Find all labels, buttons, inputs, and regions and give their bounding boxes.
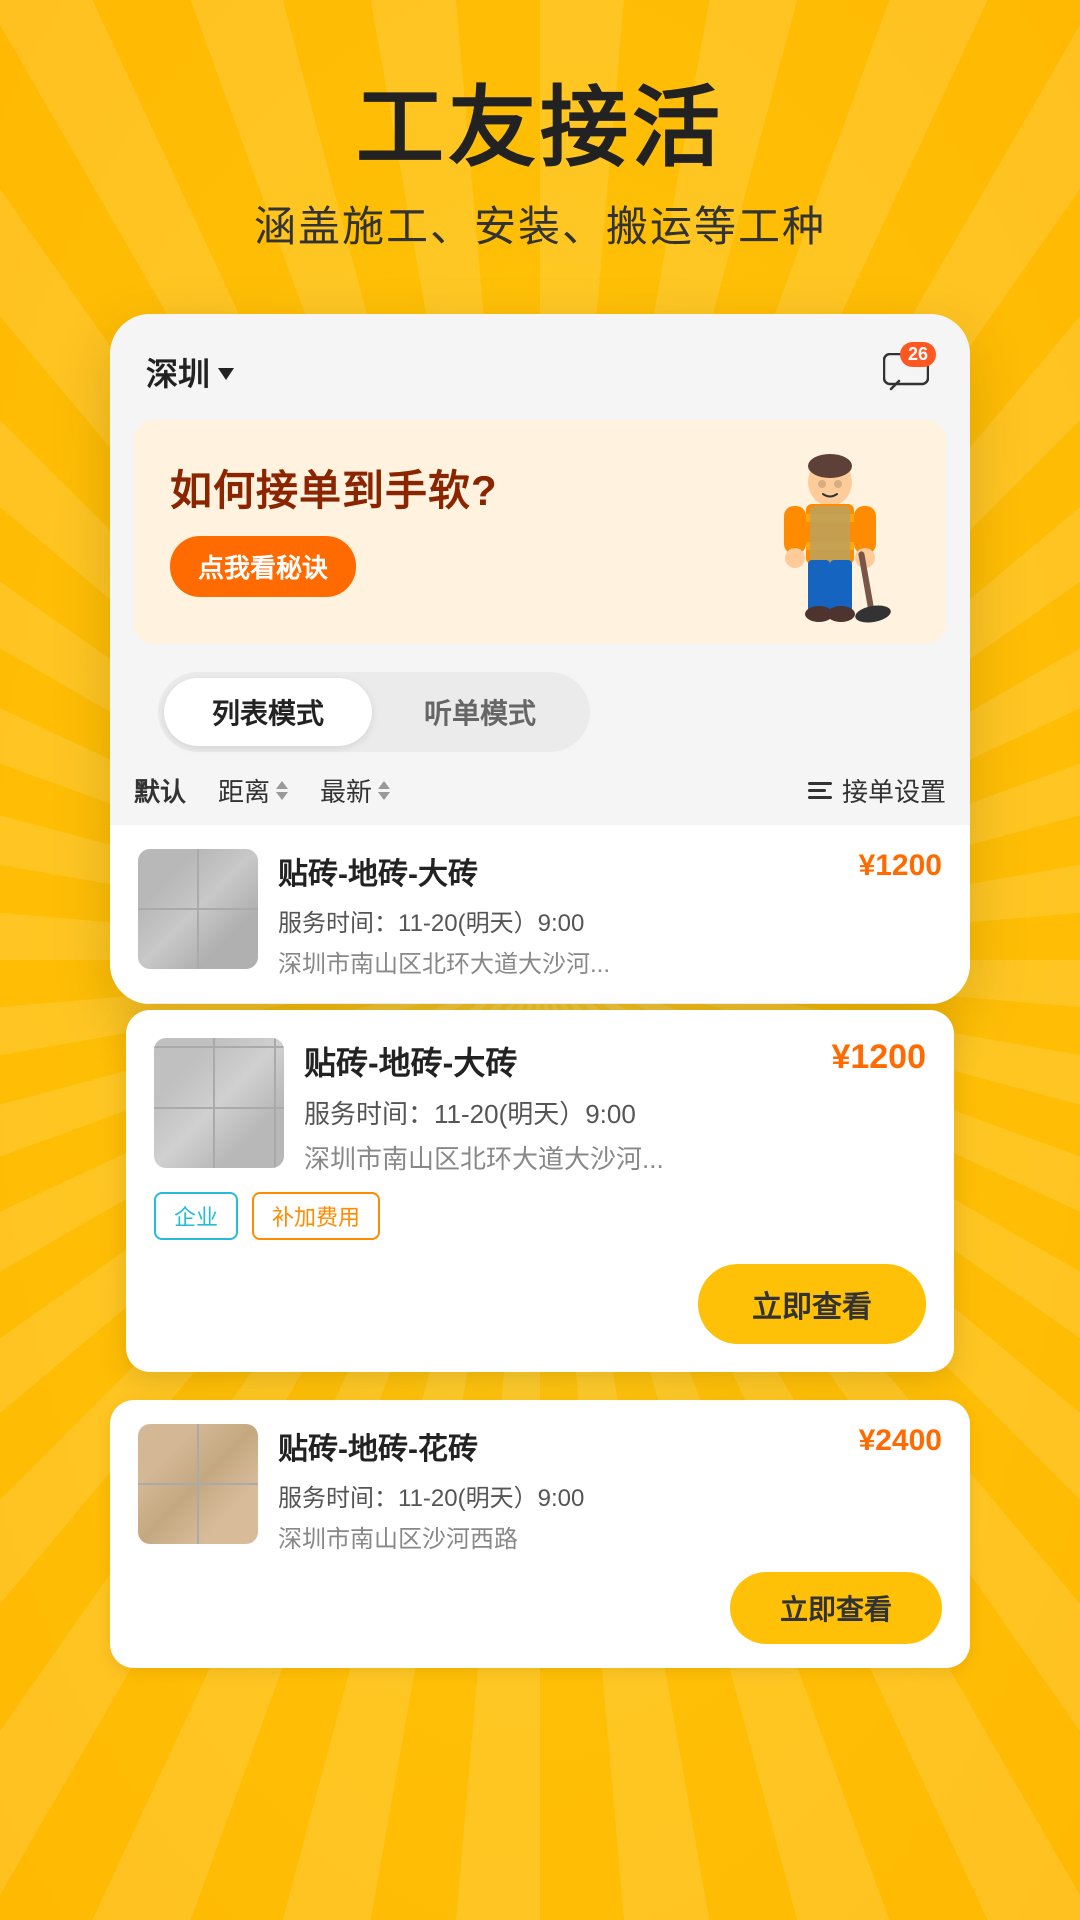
city-selector[interactable]: 深圳: [146, 349, 234, 395]
latest-sort-icon: [378, 781, 390, 800]
settings-icon: [808, 782, 832, 799]
expanded-info: 贴砖-地砖-大砖 ¥1200 服务时间：11-20(明天）9:00 深圳市南山区…: [304, 1038, 926, 1176]
city-dropdown-arrow: [218, 368, 234, 380]
hero-subtitle: 涵盖施工、安装、搬运等工种: [254, 193, 826, 254]
job-info-3: 贴砖-地砖-花砖 ¥2400 服务时间：11-20(明天）9:00 深圳市南山区…: [278, 1424, 942, 1554]
app-card: 深圳 26 如何接单到手软? 点我看秘诀: [110, 314, 970, 1004]
tab-listen-mode[interactable]: 听单模式: [376, 678, 584, 746]
job-thumbnail-1: [138, 849, 258, 969]
job-price-3: ¥2400: [859, 1424, 942, 1458]
expanded-location: 深圳市南山区北环大道大沙河...: [304, 1139, 926, 1176]
tag-company: 企业: [154, 1192, 238, 1240]
distance-sort-icon: [276, 781, 288, 800]
city-label: 深圳: [146, 349, 210, 395]
banner[interactable]: 如何接单到手软? 点我看秘诀: [134, 420, 946, 644]
banner-text: 如何接单到手软? 点我看秘诀: [170, 466, 750, 597]
view-button-expanded[interactable]: 立即查看: [698, 1264, 926, 1344]
tab-list-mode[interactable]: 列表模式: [164, 678, 372, 746]
job-card-1[interactable]: 贴砖-地砖-大砖 ¥1200 服务时间：11-20(明天）9:00 深圳市南山区…: [110, 825, 970, 1004]
filter-row: 默认 距离 最新 接: [110, 752, 970, 825]
filter-default[interactable]: 默认: [134, 772, 186, 809]
expanded-time: 服务时间：11-20(明天）9:00: [304, 1094, 926, 1131]
job-time-1: 服务时间：11-20(明天）9:00: [278, 903, 942, 938]
expanded-top: 贴砖-地砖-大砖 ¥1200 服务时间：11-20(明天）9:00 深圳市南山区…: [154, 1038, 926, 1176]
job-title-1: 贴砖-地砖-大砖: [278, 849, 478, 893]
job-time-3: 服务时间：11-20(明天）9:00: [278, 1478, 942, 1513]
banner-figure: [750, 452, 910, 612]
job-card-expanded[interactable]: 贴砖-地砖-大砖 ¥1200 服务时间：11-20(明天）9:00 深圳市南山区…: [126, 1010, 954, 1372]
filter-latest[interactable]: 最新: [320, 772, 390, 809]
mode-tabs: 列表模式 听单模式: [158, 672, 590, 752]
job-title-3: 贴砖-地砖-花砖: [278, 1424, 478, 1468]
tag-extra: 补加费用: [252, 1192, 380, 1240]
expanded-title: 贴砖-地砖-大砖: [304, 1038, 517, 1084]
job-thumbnail-3: [138, 1424, 258, 1544]
filter-settings[interactable]: 接单设置: [808, 772, 946, 809]
job-location-3: 深圳市南山区沙河西路: [278, 1519, 942, 1554]
message-button[interactable]: 26: [878, 344, 934, 400]
expanded-price: ¥1200: [831, 1038, 926, 1077]
job-info-1: 贴砖-地砖-大砖 ¥1200 服务时间：11-20(明天）9:00 深圳市南山区…: [258, 849, 942, 979]
tags-row: 企业 补加费用: [154, 1192, 926, 1240]
app-topbar: 深圳 26: [110, 314, 970, 420]
message-badge: 26: [900, 342, 936, 367]
job-card-bottom[interactable]: 贴砖-地砖-花砖 ¥2400 服务时间：11-20(明天）9:00 深圳市南山区…: [110, 1400, 970, 1668]
job-price-1: ¥1200: [859, 849, 942, 883]
hero-title: 工友接活: [356, 80, 724, 177]
filter-distance[interactable]: 距离: [218, 772, 288, 809]
worker-illustration: [750, 452, 910, 632]
job-location-1: 深圳市南山区北环大道大沙河...: [278, 944, 942, 979]
banner-title: 如何接单到手软?: [170, 466, 750, 516]
expanded-thumbnail: [154, 1038, 284, 1168]
banner-button[interactable]: 点我看秘诀: [170, 536, 356, 597]
view-button-3[interactable]: 立即查看: [730, 1572, 942, 1644]
